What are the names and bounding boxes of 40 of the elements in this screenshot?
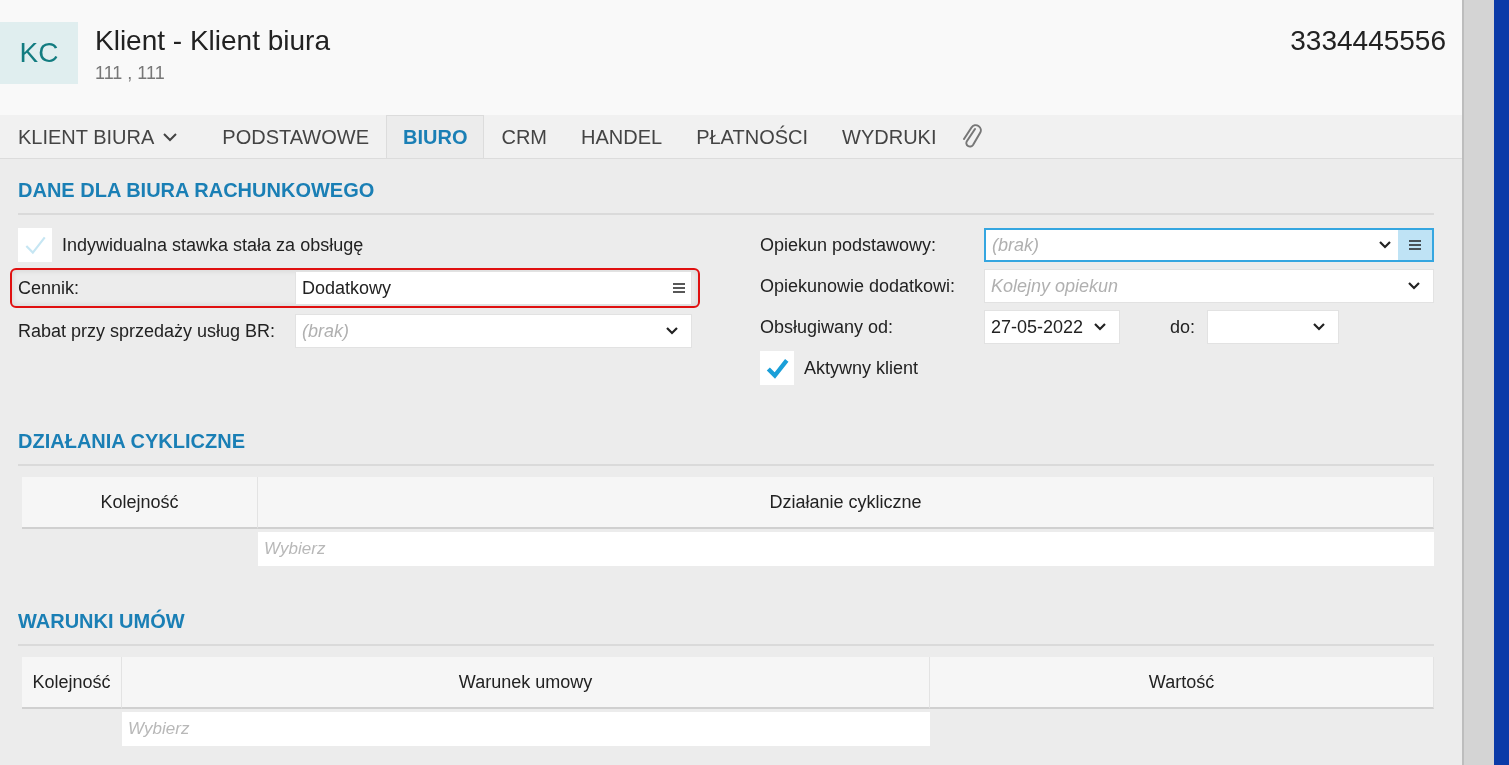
- section-heading: DZIAŁANIA CYKLICZNE: [18, 429, 247, 454]
- window-title: Klient - Klient biura: [95, 24, 330, 58]
- column-header: Kolejność: [22, 477, 258, 529]
- tab[interactable]: CRM: [484, 115, 564, 158]
- section-heading: WARUNKI UMÓW: [18, 608, 186, 634]
- column-header: Działanie cykliczne: [258, 477, 1434, 529]
- tab[interactable]: PODSTAWOWE: [205, 115, 386, 158]
- chevron-icon: [1312, 322, 1327, 332]
- checkbox-label: Indywidualna stawka stała za obsługę: [62, 234, 364, 256]
- chevron-icon: [1378, 240, 1392, 250]
- chevron-icon: [1093, 322, 1107, 332]
- date-field[interactable]: 27-05-2022: [984, 310, 1120, 344]
- date-field[interactable]: [1207, 310, 1340, 344]
- list-field[interactable]: Dodatkowy: [295, 271, 692, 305]
- field-label: Obsługiwany od:: [760, 316, 895, 338]
- tab[interactable]: WYDRUKI: [825, 115, 954, 158]
- checkbox[interactable]: [760, 351, 794, 385]
- chevron-icon: [162, 132, 179, 142]
- section-heading: DANE DLA BIURA RACHUNKOWEGO: [18, 178, 376, 203]
- tab[interactable]: HANDEL: [564, 115, 680, 158]
- field-label: do:: [1170, 316, 1196, 338]
- checkbox-label: Aktywny klient: [804, 357, 919, 379]
- column-header: Wartość: [930, 657, 1434, 709]
- phone-number: 3334445556: [1290, 24, 1446, 58]
- menu-icon[interactable]: [1398, 230, 1432, 260]
- checkbox[interactable]: [18, 228, 52, 262]
- tab[interactable]: BIURO: [386, 115, 485, 158]
- avatar: KC: [0, 22, 78, 84]
- chevron-icon: [1407, 281, 1421, 291]
- field-label: Cennik:: [18, 277, 81, 299]
- field-label: Opiekunowie dodatkowi:: [760, 275, 957, 297]
- column-header: Warunek umowy: [122, 657, 930, 709]
- dropdown-tab[interactable]: KLIENT BIURA: [0, 115, 206, 158]
- field-label: Opiekun podstawowy:: [760, 234, 938, 256]
- field-label: Rabat przy sprzedaży usług BR:: [18, 320, 277, 342]
- subtitle: 111 , 111: [95, 63, 166, 84]
- tab[interactable]: PŁATNOŚCI: [679, 115, 826, 158]
- column-header: Kolejność: [22, 657, 122, 709]
- chevron-icon: [665, 326, 679, 336]
- menu-icon: [673, 282, 685, 294]
